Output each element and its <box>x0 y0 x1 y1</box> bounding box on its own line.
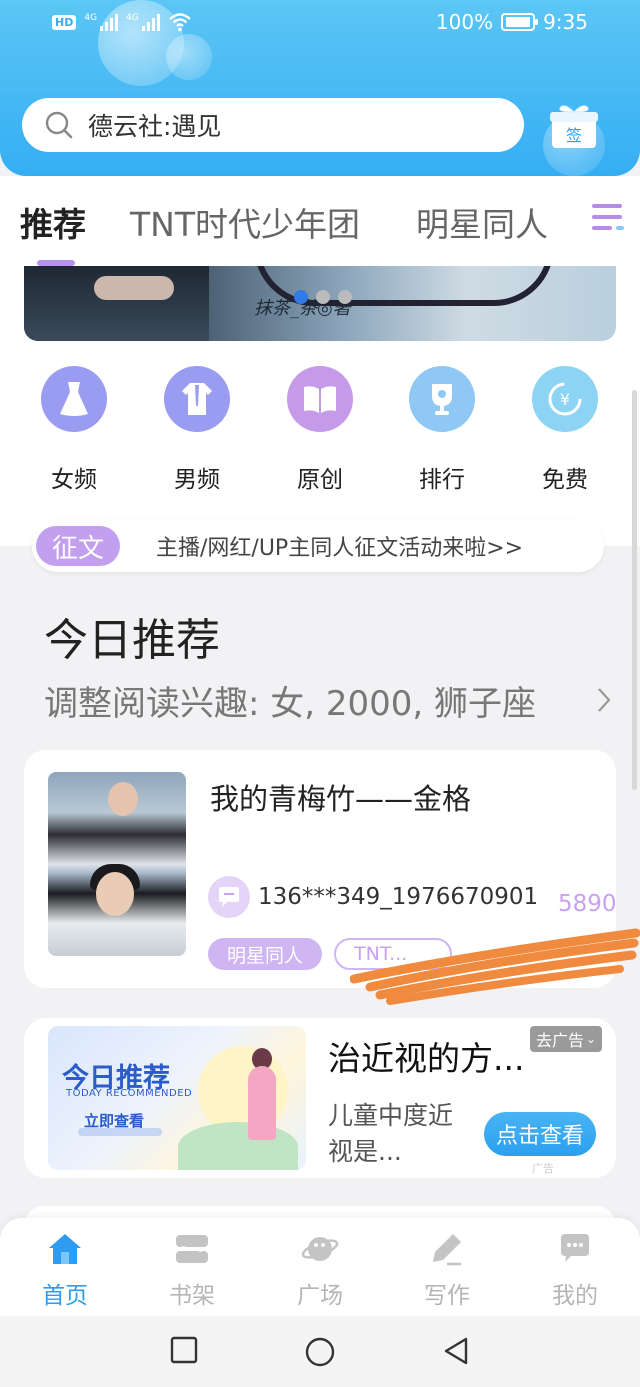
ad-image-subheading: TODAY RECOMMENDED <box>66 1088 193 1099</box>
chat-bubble-icon <box>219 887 239 907</box>
svg-text:¥: ¥ <box>560 390 570 409</box>
carousel-dot[interactable] <box>294 290 308 304</box>
author-avatar <box>208 876 250 918</box>
book-title: 我的青梅竹——金格 <box>210 782 472 816</box>
search-icon <box>45 111 73 139</box>
ad-image: 今日推荐 TODAY RECOMMENDED 立即查看 <box>48 1026 306 1170</box>
ad-title: 治近视的方... <box>328 1039 525 1078</box>
tab-recommend[interactable]: 推荐 <box>20 198 86 246</box>
nav-label: 广场 <box>297 1283 343 1309</box>
banner-carousel[interactable]: 抹茶_茶◎著 <box>24 266 616 341</box>
signal-icon: 4G <box>126 13 160 31</box>
signal-icon: 4G <box>84 13 119 31</box>
category-female[interactable]: 女频 <box>34 366 114 494</box>
book-icon <box>287 366 353 432</box>
nav-square[interactable]: 广场 <box>275 1230 365 1310</box>
back-icon[interactable] <box>442 1336 470 1366</box>
status-bar: HD 4G 4G 100% 9:35 <box>0 0 640 50</box>
bottom-navigation: 首页 书架 广场 写作 我的 <box>0 1218 640 1316</box>
category-original[interactable]: 原创 <box>280 366 360 494</box>
search-input[interactable] <box>88 110 478 140</box>
tab-tnt[interactable]: TNT时代少年团 <box>130 198 360 246</box>
remove-ad-button[interactable]: 去广告 ⌄ <box>530 1026 603 1052</box>
category-tabs: 推荐 TNT时代少年团 明星同人 <box>0 176 640 266</box>
category-ranking[interactable]: 排行 <box>402 366 482 494</box>
yuan-icon: ¥ <box>532 366 598 432</box>
shirt-icon <box>164 366 230 432</box>
planet-icon <box>275 1230 365 1268</box>
nav-label: 写作 <box>424 1283 470 1309</box>
carousel-dot[interactable] <box>338 290 352 304</box>
home-icon <box>20 1230 110 1268</box>
trophy-icon <box>409 366 475 432</box>
nav-mine[interactable]: 我的 <box>530 1230 620 1310</box>
book-cover <box>48 772 186 956</box>
network-type: 4G <box>126 13 139 23</box>
category-free[interactable]: ¥ 免费 <box>525 366 605 494</box>
author-name: 136***349_1976670901 <box>258 884 539 910</box>
clock: 9:35 <box>543 10 588 34</box>
section-title: 今日推荐 <box>44 615 220 666</box>
ad-corner-label: 广告 <box>532 1162 554 1175</box>
nav-label: 首页 <box>42 1283 88 1309</box>
book-tag[interactable]: 明星同人 <box>208 938 322 970</box>
nav-write[interactable]: 写作 <box>402 1230 492 1310</box>
notice-text: 主播/网红/UP主同人征文活动来啦>> <box>156 536 524 561</box>
scrollbar[interactable] <box>632 390 637 790</box>
ad-description: 儿童中度近视是... <box>328 1101 454 1166</box>
battery-percent: 100% <box>435 10 494 34</box>
tab-star-fanfic[interactable]: 明星同人 <box>416 198 548 246</box>
nav-label: 我的 <box>552 1283 598 1309</box>
ad-image-cta: 立即查看 <box>84 1112 145 1130</box>
chat-icon <box>530 1230 620 1268</box>
bookshelf-icon <box>147 1230 237 1268</box>
network-type: 4G <box>84 13 98 23</box>
app-header: HD 4G 4G 100% 9:35 德云社:遇见 签 <box>0 0 640 176</box>
notice-tag: 征文 <box>36 526 120 566</box>
remove-ad-label: 去广告 <box>536 1031 585 1050</box>
home-button-icon[interactable] <box>304 1336 336 1368</box>
chevron-right-icon[interactable] <box>596 686 612 714</box>
reader-count: 5890人 <box>558 891 616 917</box>
ad-view-button[interactable]: 点击查看 <box>484 1112 596 1156</box>
pen-icon <box>402 1230 492 1268</box>
contest-notice[interactable]: 征文 主播/网红/UP主同人征文活动来啦>> <box>32 520 604 572</box>
system-navigation-bar <box>0 1316 640 1387</box>
category-label: 原创 <box>297 467 343 493</box>
dress-icon <box>41 366 107 432</box>
sign-in-label: 签 <box>566 126 582 145</box>
recent-apps-icon[interactable] <box>170 1336 198 1364</box>
category-label: 免费 <box>542 467 588 493</box>
category-label: 女频 <box>51 467 97 493</box>
redaction-scribble <box>350 928 640 1005</box>
carousel-dot[interactable] <box>316 290 330 304</box>
nav-label: 书架 <box>169 1283 215 1309</box>
hd-badge: HD <box>52 14 77 30</box>
category-male[interactable]: 男频 <box>157 366 237 494</box>
reading-preference-link[interactable]: 调整阅读兴趣: 女, 2000, 狮子座 <box>44 676 536 725</box>
nav-bookshelf[interactable]: 书架 <box>147 1230 237 1310</box>
banner-image <box>24 266 209 341</box>
category-label: 男频 <box>174 467 220 493</box>
chevron-down-icon: ⌄ <box>586 1032 597 1046</box>
nav-home[interactable]: 首页 <box>20 1230 110 1310</box>
search-bar[interactable] <box>22 98 524 152</box>
wifi-icon <box>168 13 191 32</box>
sign-in-gift-icon[interactable]: 签 <box>548 102 600 150</box>
category-label: 排行 <box>419 467 465 493</box>
battery-icon <box>501 13 539 31</box>
carousel-dots <box>294 290 352 304</box>
menu-icon[interactable] <box>590 200 626 236</box>
ad-card[interactable]: 今日推荐 TODAY RECOMMENDED 立即查看 治近视的方... 去广告… <box>24 1018 616 1178</box>
